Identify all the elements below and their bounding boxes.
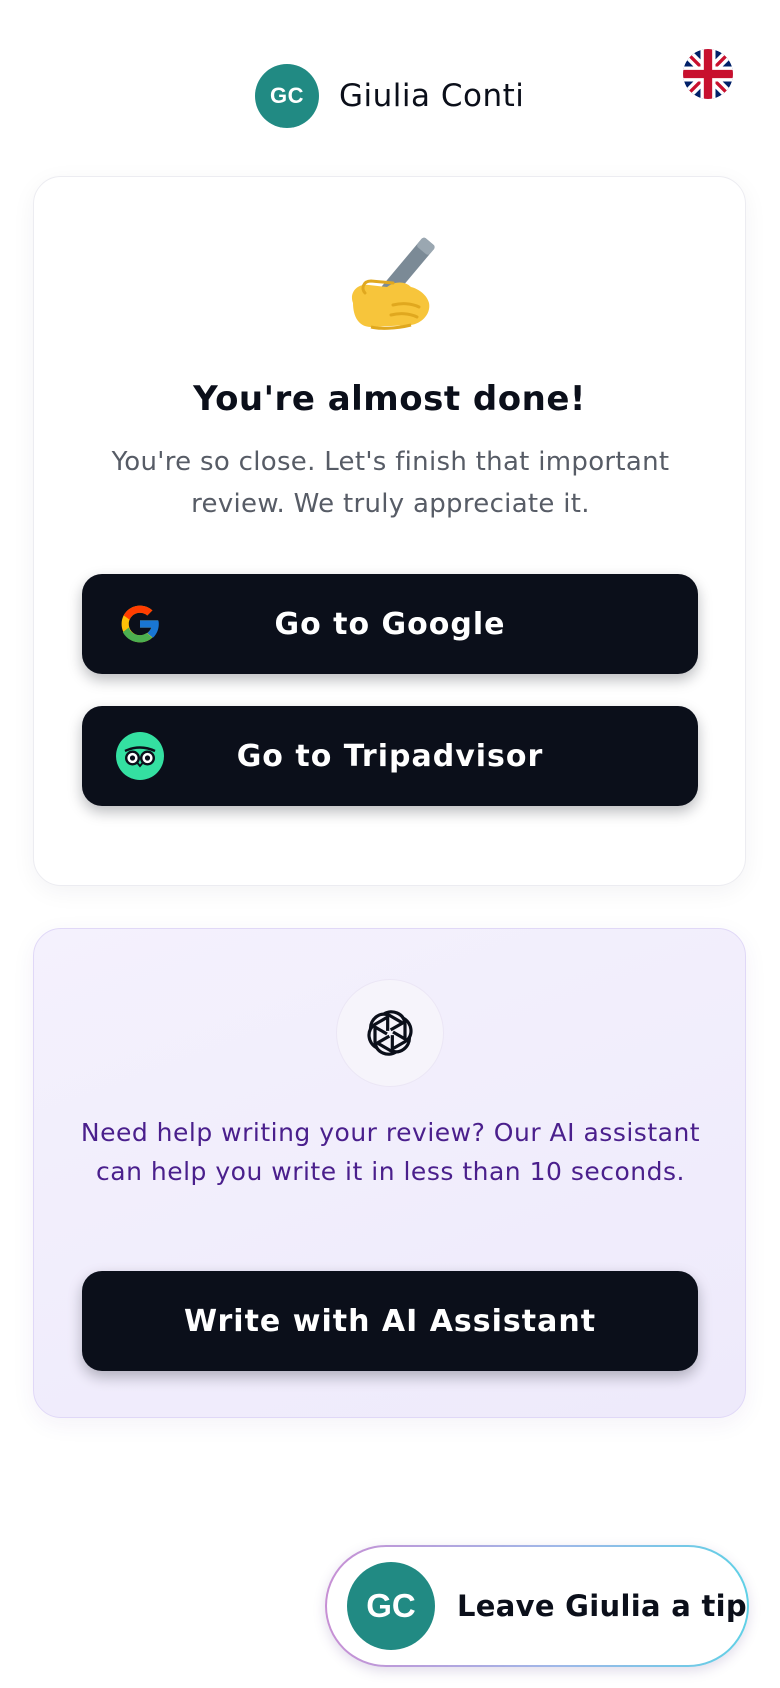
leave-tip-label: Leave Giulia a tip xyxy=(457,1589,747,1623)
leave-tip-button[interactable]: GC Leave Giulia a tip xyxy=(325,1545,749,1667)
write-with-ai-label: Write with AI Assistant xyxy=(183,1303,597,1339)
profile-name: Giulia Conti xyxy=(339,78,525,114)
go-to-google-button[interactable]: Go to Google xyxy=(82,574,698,674)
profile-header: GC Giulia Conti xyxy=(0,64,780,128)
review-subtitle: You're so close. Let's finish that impor… xyxy=(111,447,670,519)
tripadvisor-icon xyxy=(116,732,164,780)
review-title: You're almost done! xyxy=(193,379,586,419)
write-with-ai-button[interactable]: Write with AI Assistant xyxy=(82,1271,698,1371)
avatar: GC xyxy=(347,1562,435,1650)
uk-flag-icon[interactable] xyxy=(683,49,733,99)
review-card: You're almost done! You're so close. Let… xyxy=(33,176,746,886)
leave-tip-inner: GC Leave Giulia a tip xyxy=(327,1547,747,1665)
ai-assistant-description: Need help writing your review? Our AI as… xyxy=(80,1118,701,1186)
google-icon xyxy=(116,600,164,648)
go-to-tripadvisor-button[interactable]: Go to Tripadvisor xyxy=(82,706,698,806)
profile-identity: GC Giulia Conti xyxy=(255,64,524,128)
ai-assistant-card: Need help writing your review? Our AI as… xyxy=(33,928,746,1418)
go-to-google-label: Go to Google xyxy=(274,606,506,642)
writing-hand-icon xyxy=(34,233,745,347)
go-to-tripadvisor-label: Go to Tripadvisor xyxy=(236,738,544,774)
avatar: GC xyxy=(255,64,319,128)
openai-icon xyxy=(336,979,444,1087)
